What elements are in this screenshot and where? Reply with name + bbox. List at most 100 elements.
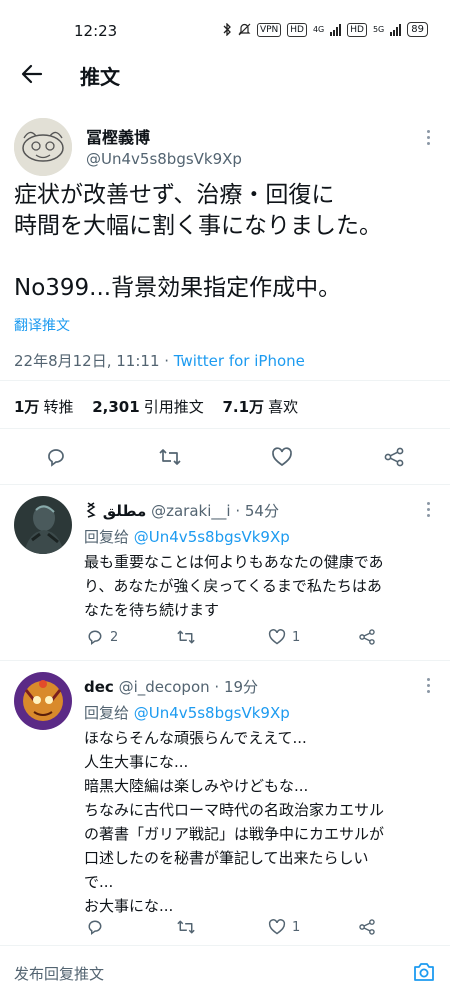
reply-button[interactable] xyxy=(86,918,110,936)
divider xyxy=(0,380,450,381)
camera-icon xyxy=(414,963,434,981)
heart-icon xyxy=(272,447,292,467)
reply-text-line: 暗黒大陸編は楽しみやけどもな... xyxy=(84,777,309,795)
reply-to-handle[interactable]: @Un4v5s8bgsVk9Xp xyxy=(134,704,290,722)
retweet-button[interactable] xyxy=(176,918,196,936)
reply-to: 回复给 @Un4v5s8bgsVk9Xp xyxy=(84,702,290,723)
back-button[interactable] xyxy=(18,60,46,88)
quote-stat[interactable]: 2,301 引用推文 xyxy=(92,398,217,416)
avatar[interactable] xyxy=(14,496,72,554)
reply-text: ほならそんな頑張らんでええて... 人生大事にな... 暗黒大陸編は楽しみやけど… xyxy=(84,726,440,918)
like-button[interactable]: 1 xyxy=(268,628,300,646)
reply-tweet[interactable]: مطلق @zaraki__i · 54分 回复给 @Un4v5s8bgsVk9… xyxy=(0,484,450,660)
network-type-2: 5G xyxy=(372,25,385,34)
reply-author-name[interactable]: مطلق xyxy=(103,502,147,520)
quote-count: 2,301 xyxy=(92,398,140,416)
like-count: 7.1万 xyxy=(222,398,265,416)
share-icon xyxy=(359,629,375,645)
retweet-icon xyxy=(177,630,195,644)
reply-text-line: の著書「ガリア戦記」は戦争中にカエサルが xyxy=(84,825,385,843)
reply-text-line: ほならそんな頑張らんでええて... xyxy=(84,729,307,747)
reply-icon xyxy=(48,449,64,467)
reply-button[interactable] xyxy=(36,437,76,477)
retweet-icon xyxy=(159,449,181,465)
reply-text-line: なたを待ち続けます xyxy=(84,601,220,619)
tweet-text-line: 時間を大幅に割く事になりました。 xyxy=(14,213,382,239)
tweet-text-line: No399...背景効果指定作成中。 xyxy=(14,275,342,301)
retweet-count: 1万 xyxy=(14,398,40,416)
hd-badge: HD xyxy=(287,22,307,37)
tweet-text-line xyxy=(14,242,434,273)
reply-author-name[interactable]: dec xyxy=(84,678,114,696)
translate-link[interactable]: 翻译推文 xyxy=(14,315,70,335)
vpn-badge: VPN xyxy=(256,22,282,37)
reply-tweet[interactable]: dec @i_decopon · 19分 回复给 @Un4v5s8bgsVk9X… xyxy=(0,660,450,944)
reply-to: 回复给 @Un4v5s8bgsVk9Xp xyxy=(84,526,290,547)
status-icons: VPN HD 4G HD 5G 89 xyxy=(222,22,428,37)
top-bar: 推文 xyxy=(0,52,450,96)
reply-text-line: り、あなたが強く戻ってくるまで私たちはあ xyxy=(84,577,382,595)
status-time: 12:23 xyxy=(74,22,118,40)
like-button[interactable] xyxy=(262,437,302,477)
author-name[interactable]: 冨樫義博 xyxy=(86,124,150,148)
like-stat[interactable]: 7.1万 喜欢 xyxy=(222,398,312,416)
more-options-icon[interactable] xyxy=(425,130,431,145)
signal-icon xyxy=(330,23,342,36)
reply-time: · 54分 xyxy=(230,502,279,520)
tweet-stats: 1万 转推 2,301 引用推文 7.1万 喜欢 xyxy=(14,396,312,417)
arrow-left-icon xyxy=(21,64,43,84)
bluetooth-icon xyxy=(223,23,231,36)
more-options-icon[interactable] xyxy=(425,678,431,693)
like-count: 1 xyxy=(292,919,301,935)
page-title: 推文 xyxy=(80,65,120,89)
more-options-icon[interactable] xyxy=(425,502,431,517)
avatar-drawing xyxy=(14,118,72,176)
heart-icon xyxy=(268,629,286,645)
hd-badge-2: HD xyxy=(347,22,367,37)
reply-text-line: ちなみに古代ローマ時代の名政治家カエサル xyxy=(84,801,385,819)
reply-to-label: 回复给 xyxy=(84,704,134,722)
avatar[interactable] xyxy=(14,118,72,176)
retweet-button[interactable] xyxy=(150,437,190,477)
retweet-label: 转推 xyxy=(43,398,74,416)
like-button[interactable]: 1 xyxy=(268,918,300,936)
share-icon xyxy=(359,919,375,935)
heart-icon xyxy=(268,919,286,935)
share-button[interactable] xyxy=(358,628,376,646)
mute-icon xyxy=(238,23,251,36)
retweet-stat[interactable]: 1万 转推 xyxy=(14,398,87,416)
tweet-text-line: 症状が改善せず、治療・回復に xyxy=(14,182,335,208)
like-label: 喜欢 xyxy=(268,398,299,416)
reply-text-line: で... xyxy=(84,873,114,891)
quote-label: 引用推文 xyxy=(143,398,204,416)
battery-icon: 89 xyxy=(407,22,428,37)
reply-author-handle[interactable]: @i_decopon xyxy=(119,678,210,696)
status-bar: 12:23 VPN HD 4G HD 5G 89 xyxy=(0,0,450,52)
signal-icon-2 xyxy=(390,23,402,36)
tweet-date: 22年8月12日, 11:11 · xyxy=(14,352,174,370)
author-handle[interactable]: @Un4v5s8bgsVk9Xp xyxy=(86,150,242,168)
reply-button[interactable]: 2 xyxy=(86,628,118,646)
reply-icon xyxy=(88,630,102,646)
reply-to-handle[interactable]: @Un4v5s8bgsVk9Xp xyxy=(134,528,290,546)
tweet-actions xyxy=(0,437,450,477)
avatar[interactable] xyxy=(14,672,72,730)
share-button[interactable] xyxy=(374,437,414,477)
reply-icon xyxy=(88,920,102,936)
tweet-text: 症状が改善せず、治療・回復に 時間を大幅に割く事になりました。 No399...… xyxy=(14,180,434,304)
tweet-source-link[interactable]: Twitter for iPhone xyxy=(174,352,305,370)
reply-compose-bar[interactable]: 发布回复推文 xyxy=(0,945,450,1000)
share-icon xyxy=(384,447,404,467)
reply-input-placeholder[interactable]: 发布回复推文 xyxy=(14,963,104,984)
share-button[interactable] xyxy=(358,918,376,936)
retweet-button[interactable] xyxy=(176,628,196,646)
avatar-image xyxy=(14,672,72,730)
reply-count: 2 xyxy=(110,629,119,645)
divider xyxy=(0,428,450,429)
tweet-timestamp: 22年8月12日, 11:11 · Twitter for iPhone xyxy=(14,350,305,371)
reply-header: مطلق @zaraki__i · 54分 xyxy=(84,500,279,521)
reply-author-handle[interactable]: @zaraki__i xyxy=(151,502,230,520)
camera-button[interactable] xyxy=(412,960,436,984)
retweet-icon xyxy=(177,920,195,934)
reply-text-line: 最も重要なことは何よりもあなたの健康であ xyxy=(84,553,384,571)
